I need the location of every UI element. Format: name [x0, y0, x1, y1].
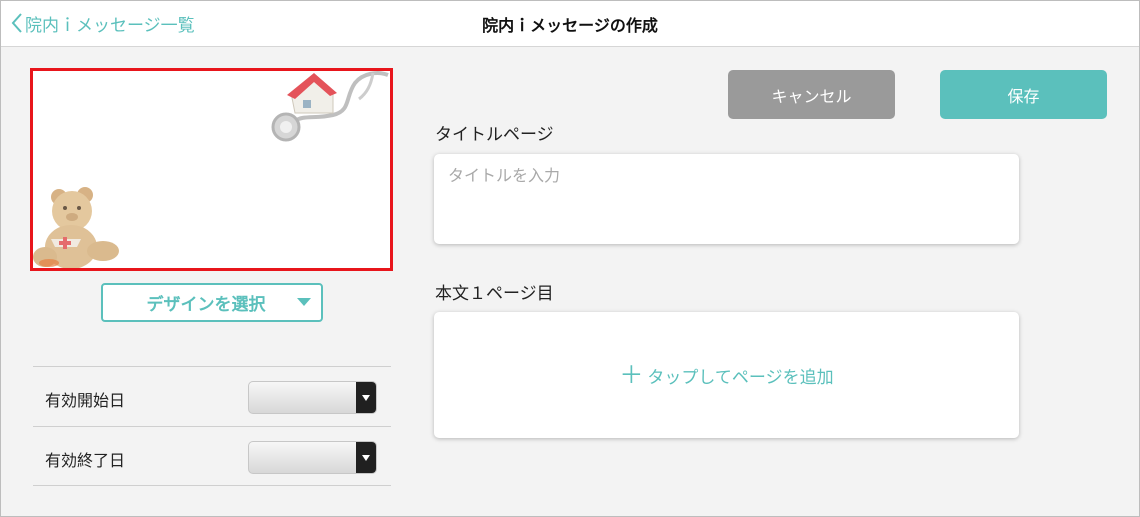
save-button[interactable]: 保存 [940, 70, 1107, 119]
teddy-bear-icon [33, 187, 119, 268]
body-page-label: 本文１ページ目 [435, 284, 554, 304]
page-title: 院内ｉメッセージの作成 [482, 16, 658, 35]
caret-down-icon [297, 298, 311, 306]
design-illustration [33, 71, 389, 268]
start-date-label: 有効開始日 [45, 391, 126, 410]
start-date-row: 有効開始日 [33, 366, 391, 426]
add-page-card[interactable]: ＋ タップしてページを追加 [434, 312, 1019, 438]
add-page-button[interactable]: ＋ タップしてページを追加 [619, 363, 833, 388]
end-date-row: 有効終了日 [33, 426, 391, 486]
title-card [434, 154, 1019, 244]
end-date-label: 有効終了日 [45, 451, 126, 470]
add-page-label: タップしてページを追加 [647, 367, 834, 388]
header-bar: 院内ｉメッセージ一覧 院内ｉメッセージの作成 [1, 1, 1139, 47]
end-date-select[interactable] [248, 441, 377, 474]
title-input[interactable] [448, 166, 998, 185]
design-preview[interactable] [30, 68, 393, 271]
plus-icon: ＋ [619, 361, 644, 389]
dropdown-arrow-icon [356, 382, 376, 413]
house-icon [287, 73, 337, 114]
cancel-button[interactable]: キャンセル [728, 70, 895, 119]
select-design-button[interactable]: デザインを選択 [101, 283, 323, 322]
title-page-label: タイトルページ [435, 125, 554, 145]
select-design-label: デザインを選択 [146, 295, 266, 315]
dropdown-arrow-icon [356, 442, 376, 473]
start-date-select[interactable] [248, 381, 377, 414]
validity-dates: 有効開始日 有効終了日 [33, 366, 391, 486]
